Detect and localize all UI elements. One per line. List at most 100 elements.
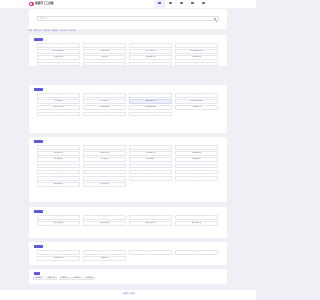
tool-link[interactable]: 视频去水印工具 [83,250,126,255]
tool-link[interactable]: PDF压缩工具 [175,151,218,156]
tool-link[interactable]: 证件照制作 [83,215,126,220]
tool-link[interactable]: 颜色选择器 [37,93,80,98]
panel-hot-tools: 热门工具 图片格式转换 图片在线压缩 PDF转换工具 视频MP4工具 图片在线批量处理 二维… [29,35,227,67]
nav-label: 工具 [169,4,172,6]
tag-link[interactable]: 实用工具 [84,276,96,280]
tool-link[interactable]: Md5加密工具 [129,99,172,104]
tool-link[interactable]: Markdown编辑器 [129,111,172,117]
breadcrumb-item[interactable]: 图片工具 [34,31,40,33]
search-input[interactable]: 搜索工具... [40,18,49,20]
nav-label: 我的 [191,4,194,6]
tag-link[interactable]: 免费工具 [58,276,70,280]
tool-link[interactable]: 在线文档转换 [129,163,172,169]
tool-link[interactable]: 视频格式转换 [37,250,80,255]
tool-link[interactable]: 图片在线批量处理 [37,49,80,54]
tool-link[interactable]: PDF加密工具 [129,151,172,156]
nav-item-4[interactable]: 登录 [198,0,209,8]
nav-item-3[interactable]: 我的 [187,0,198,8]
tool-link[interactable]: 文档格式转换 [129,175,172,181]
breadcrumb-item[interactable]: 首页 [29,31,32,33]
tool-link[interactable]: PPT模板大全 [37,61,80,67]
search-icon[interactable] [213,17,216,20]
tag-link[interactable]: 在线工具 [71,276,83,280]
tag-link[interactable]: 热门推荐 [33,276,45,280]
tool-link[interactable]: 在线编辑PDF [129,145,172,150]
tool-link[interactable]: PDF转Excel [175,157,218,162]
tool-link[interactable]: 图片文字识别 [37,169,80,175]
tool-link[interactable]: 图片转PDF [175,145,218,150]
tool-link[interactable]: 时间戳转换 [37,99,80,104]
tool-link[interactable]: 正则表达式 [83,93,126,98]
tool-link[interactable]: GIF动图制作 [129,61,172,67]
tool-link[interactable]: 电子发票合并 [83,182,126,187]
tool-link[interactable]: 在线Word编辑 [37,163,80,169]
panel-dev-tools: 开发工具 颜色选择器 正则表达式 在线图片压缩 JSON格式化 时间戳转换 代码格式化 Md5… [29,85,227,133]
tool-link[interactable]: 图片在线压缩 [83,43,126,48]
tool-link[interactable]: JSON格式化 [175,93,218,98]
nav-item-0[interactable]: 首页 [154,0,165,8]
tool-link[interactable]: PDF转换工具 [129,43,172,48]
tool-link[interactable]: 在线抠图工具 [37,215,80,220]
search-box[interactable]: 搜索工具... [37,15,219,21]
nav-item-2[interactable]: 分类 [176,0,187,8]
tool-link[interactable]: Html转义工具 [37,105,80,110]
tool-link[interactable]: 视频剪辑工具 [175,250,218,255]
tool-link[interactable]: 图片裁剪工具 [129,221,172,226]
top-nav: 首页 工具 分类 我的 登录 [154,0,209,8]
breadcrumb-item[interactable]: 设计工具 [60,31,66,33]
tool-link[interactable]: PDF合并工具 [37,151,80,156]
breadcrumb-item[interactable]: 办公工具 [69,31,75,33]
panel-title: 图片工具 [34,209,43,213]
tool-link[interactable]: 在线表格工具 [83,61,126,67]
tool-link[interactable]: 二维码生成器 [83,49,126,54]
tool-link[interactable]: 照片修复工具 [37,221,80,226]
tool-link[interactable]: URL编码转换 [83,105,126,110]
tool-link[interactable]: Excel转PDF [37,157,80,162]
tool-link[interactable]: 图片拼接工具 [175,221,218,226]
tool-link[interactable]: PDF页面排序 [175,169,218,175]
tool-link[interactable]: PDF页面删除 [129,169,172,175]
tool-link[interactable]: 在线签名工具 [83,175,126,181]
tool-link[interactable]: 在线图片压缩 [129,93,172,98]
tool-link[interactable]: PDF水印添加 [37,175,80,181]
tool-link[interactable]: PDF编辑工具 [175,55,218,60]
tool-link[interactable]: CSS压缩工具 [175,105,218,110]
tool-link[interactable]: PPT在线编辑工具 [175,49,218,54]
tool-link[interactable]: 视频转GIF [83,256,126,261]
tool-link[interactable]: 图片格式转换 [37,43,80,48]
tool-link[interactable]: Word字数统计 [83,163,126,169]
tool-link[interactable]: 在线表格编辑 [175,175,218,181]
tag-link[interactable]: 最新工具 [45,276,57,280]
breadcrumb-item[interactable]: 开发工具 [52,31,58,33]
tool-link[interactable]: 在线简历制作 [37,182,80,187]
logo[interactable]: 便捷开工工具箱 [29,1,53,7]
tool-link[interactable]: PDF拆分工具 [83,151,126,156]
tool-link[interactable]: 视频MP4工具 [175,43,218,48]
tool-link[interactable]: Word转PDF工具 [83,145,126,150]
tool-link[interactable]: 二维码在线生成 [37,111,80,117]
tool-link[interactable]: 代码格式化 [83,99,126,104]
tool-link[interactable]: JavaScript压缩 [129,105,172,110]
tool-link[interactable]: 在线视频工具 [175,61,218,67]
tool-link[interactable]: 在线文档 [83,55,126,60]
tool-link[interactable]: TXT转PDF [83,169,126,175]
tool-link[interactable]: 图片格式转换 [83,221,126,226]
tool-grid: 在线抠图工具 证件照制作 图片尺寸修改 图片加水印照片修复工具 图片格式转换 图片裁剪工具… [37,215,218,226]
tool-link[interactable]: PDF转图片 [129,157,172,162]
panel-image-tools: 图片工具 在线抠图工具 证件照制作 图片尺寸修改 图片加水印 照片修复工具 图片格式转换 图片… [29,207,227,238]
tool-link[interactable]: 图片尺寸修改 [129,215,172,220]
tool-link[interactable]: Base64编码转换 [175,99,218,104]
tool-link[interactable]: 在线录屏工具 [37,256,80,261]
tool-link[interactable]: 图片加水印 [175,215,218,220]
tool-link[interactable]: 文档翻译工具 [175,163,218,169]
tool-link[interactable]: 视频剪辑工具 [129,55,172,60]
tool-link[interactable]: 图片水印添加 [129,49,172,54]
nav-item-1[interactable]: 工具 [165,0,176,8]
breadcrumb: 首页 › 图片工具 › 文档工具 › 开发工具 › 设计工具 › 办公工具 [29,30,227,34]
tool-link[interactable]: 视频压缩工具 [129,250,172,255]
breadcrumb-item[interactable]: 文档工具 [43,31,49,33]
tool-link[interactable]: PPT转PDF [83,157,126,162]
tool-link[interactable]: PDF转Word工具 [37,145,80,150]
tool-link[interactable]: UUID生成器 [83,111,126,117]
tool-link[interactable]: 音频格式转换 [37,55,80,60]
